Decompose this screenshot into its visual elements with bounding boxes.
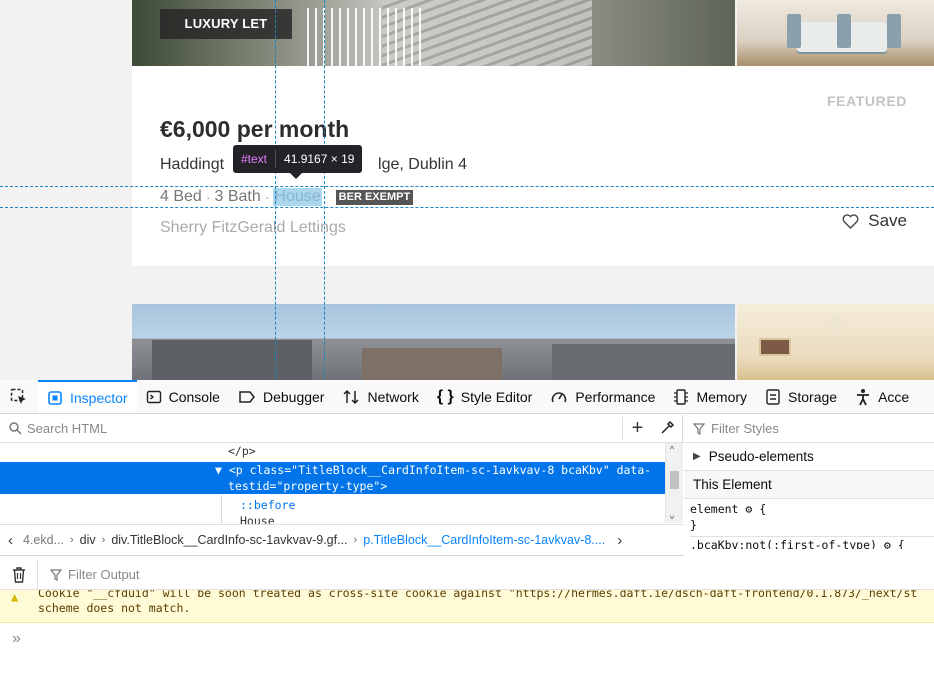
debugger-icon: [239, 390, 255, 403]
breadcrumb-scroll-left[interactable]: ‹: [0, 532, 17, 549]
pseudo-elements-toggle[interactable]: ▶ Pseudo-elements: [684, 443, 934, 471]
listing-photo-side[interactable]: [737, 0, 934, 66]
save-button[interactable]: Save: [842, 211, 907, 231]
devtools-panel: Inspector Console Debugger Network { } S…: [0, 380, 934, 674]
listing-meta: 4 Bed · 3 Bath · House BER EXEMPT: [160, 188, 414, 206]
tab-network[interactable]: Network: [333, 380, 427, 413]
filter-output-input[interactable]: Filter Output: [68, 567, 140, 582]
breadcrumb: ‹ 4.ekd... › div › div.TitleBlock__CardI…: [0, 524, 684, 556]
storage-icon: [766, 388, 780, 405]
accessibility-icon: [857, 388, 870, 405]
tab-debugger[interactable]: Debugger: [229, 380, 334, 413]
trash-icon: [12, 566, 25, 583]
browser-window: LUXURY LET FEATURED €6,000 per month Had…: [0, 0, 934, 674]
inspector-icon: [48, 390, 62, 405]
listing-price: €6,000 per month: [160, 116, 350, 142]
filter-icon: [693, 422, 705, 435]
listing-photo-side-2[interactable]: [737, 304, 934, 380]
filter-icon: [50, 568, 62, 581]
tooltip-node-type: #text: [241, 152, 268, 166]
performance-icon: [552, 391, 567, 402]
element-rule[interactable]: element ⚙ { } .bcaKbv:not(:first-of-type…: [684, 499, 934, 549]
inspector-node-tooltip: #text 41.9167 × 19: [233, 145, 363, 179]
element-picker-icon: [10, 388, 26, 404]
memory-icon: [674, 388, 689, 405]
featured-label: FEATURED: [827, 93, 907, 109]
tab-inspector[interactable]: Inspector: [38, 380, 137, 413]
markup-view: Search HTML + </p> ▼ <p class="TitleBloc…: [0, 415, 683, 528]
markup-line-selected-cont[interactable]: testid="property-type">: [0, 478, 665, 494]
breadcrumb-scroll-right[interactable]: ›: [611, 532, 628, 549]
clear-console-button[interactable]: [0, 560, 38, 589]
listing-photo-main-2[interactable]: [132, 304, 735, 380]
filter-styles-bar: Filter Styles: [684, 415, 934, 443]
element-picker-button[interactable]: [0, 380, 38, 413]
save-label: Save: [868, 211, 907, 230]
address-end: lge, Dublin 4: [378, 156, 467, 173]
search-html-input[interactable]: Search HTML: [27, 421, 107, 436]
this-element-header: This Element: [684, 471, 934, 499]
property-type: House: [273, 188, 322, 206]
add-node-button[interactable]: +: [622, 417, 652, 440]
highlight-guide-right: [324, 0, 325, 380]
tab-style-editor[interactable]: { } Style Editor: [428, 380, 542, 413]
markup-tree: </p> ▼ <p class="TitleBlock__CardInfoIte…: [0, 443, 683, 528]
heart-icon: [842, 213, 859, 229]
address-start: Haddingt: [160, 156, 225, 173]
ber-badge: BER EXEMPT: [335, 189, 414, 205]
search-icon: [9, 422, 22, 435]
tab-memory[interactable]: Memory: [664, 380, 756, 413]
highlight-guide-bottom: [0, 207, 934, 208]
breadcrumb-item[interactable]: 4.ekd...: [17, 533, 70, 547]
tab-console[interactable]: Console: [137, 380, 229, 413]
tooltip-node-size: 41.9167 × 19: [284, 152, 355, 166]
style-editor-icon: { }: [436, 387, 454, 405]
markup-line[interactable]: ::before: [0, 497, 665, 513]
expand-triangle-icon: ▶: [693, 451, 701, 462]
console-toolbar: Filter Output: [0, 560, 934, 590]
tab-performance[interactable]: Performance: [541, 380, 664, 413]
tab-storage[interactable]: Storage: [756, 380, 846, 413]
rules-view: Filter Styles ▶ Pseudo-elements This Ele…: [684, 415, 934, 555]
css-rule-selector[interactable]: .bcaKbv:not(:first-of-type) ⚙ {: [690, 536, 934, 549]
luxury-let-badge: LUXURY LET: [160, 9, 292, 39]
baths-count: 3 Bath: [214, 188, 261, 205]
search-html-bar: Search HTML +: [0, 415, 682, 443]
listing-agent: Sherry FitzGerald Lettings: [160, 219, 346, 236]
tab-accessibility[interactable]: Acce: [846, 380, 918, 413]
highlight-guide-left: [275, 0, 276, 380]
breadcrumb-item[interactable]: div: [74, 533, 102, 547]
network-icon: [343, 389, 359, 404]
console-input-prompt[interactable]: »: [12, 630, 21, 648]
console-warning-message[interactable]: ▲ Cookie "__cfduid" will be soon treated…: [0, 590, 934, 623]
breadcrumb-item[interactable]: div.TitleBlock__CardInfo-sc-1avkvav-9.gf…: [105, 533, 353, 547]
web-page-viewport: LUXURY LET FEATURED €6,000 per month Had…: [0, 0, 934, 380]
highlight-guide-top: [0, 186, 934, 187]
eyedropper-button[interactable]: [652, 420, 682, 438]
markup-line[interactable]: </p>: [0, 443, 665, 459]
markup-line-selected[interactable]: ▼ <p class="TitleBlock__CardInfoItem-sc-…: [0, 462, 665, 478]
devtools-toolbar: Inspector Console Debugger Network { } S…: [0, 380, 934, 414]
eyedropper-icon: [660, 420, 674, 434]
filter-styles-input[interactable]: Filter Styles: [711, 421, 779, 436]
beds-count: 4 Bed: [160, 188, 202, 205]
markup-scrollbar[interactable]: ⌃ ⌄: [665, 443, 683, 523]
warning-icon: ▲: [11, 590, 19, 604]
breadcrumb-item-current[interactable]: p.TitleBlock__CardInfoItem-sc-1avkvav-8.…: [357, 533, 611, 547]
console-icon: [146, 390, 161, 403]
